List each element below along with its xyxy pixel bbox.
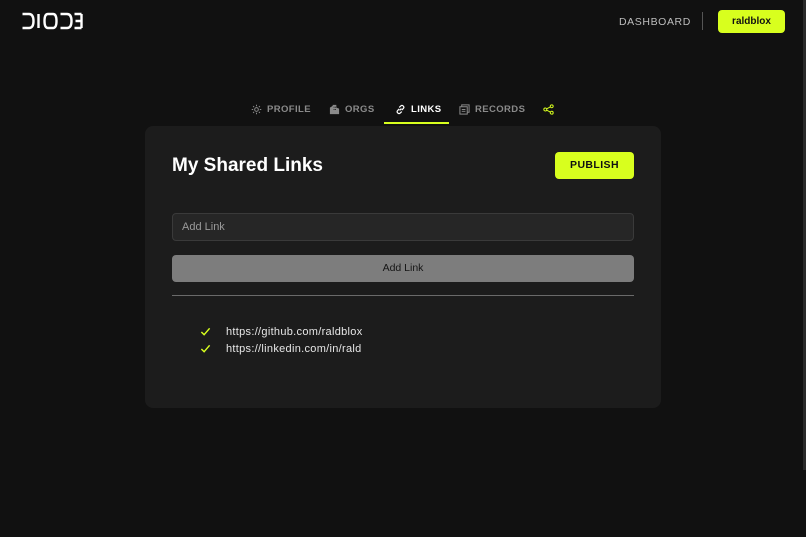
gear-icon xyxy=(251,104,262,114)
add-link-button[interactable]: Add Link xyxy=(172,255,634,282)
check-icon xyxy=(200,327,211,336)
divider xyxy=(172,295,634,296)
tab-share[interactable] xyxy=(543,92,554,126)
diode-logo[interactable] xyxy=(21,12,83,30)
share-icon xyxy=(543,103,554,115)
tab-profile[interactable]: PROFILE xyxy=(251,92,311,126)
records-icon xyxy=(459,103,470,115)
list-item: https://github.com/raldblox xyxy=(200,323,363,340)
tab-orgs-label: ORGS xyxy=(345,103,375,115)
publish-button[interactable]: PUBLISH xyxy=(555,152,634,179)
building-icon xyxy=(329,104,340,114)
shared-link-text[interactable]: https://github.com/raldblox xyxy=(226,326,363,338)
tab-orgs[interactable]: ORGS xyxy=(329,92,375,126)
user-account-button[interactable]: raldblox xyxy=(718,10,785,33)
tab-profile-label: PROFILE xyxy=(267,103,311,115)
link-icon xyxy=(396,104,405,114)
tab-links-label: LINKS xyxy=(411,103,442,115)
list-item: https://linkedin.com/in/rald xyxy=(200,340,363,357)
shared-link-text[interactable]: https://linkedin.com/in/rald xyxy=(226,343,362,355)
tab-records-label: RECORDS xyxy=(475,103,526,115)
shared-links-list: https://github.com/raldblox https://link… xyxy=(200,323,363,357)
shared-links-card: My Shared Links PUBLISH Add Link https:/… xyxy=(145,126,661,408)
nav-dashboard-link[interactable]: DASHBOARD xyxy=(619,16,691,28)
nav-divider xyxy=(702,12,703,30)
top-bar: DASHBOARD raldblox xyxy=(0,0,806,44)
page-title: My Shared Links xyxy=(172,155,323,176)
active-tab-indicator xyxy=(384,122,449,124)
tab-records[interactable]: RECORDS xyxy=(459,92,525,126)
tab-links[interactable]: LINKS xyxy=(395,92,442,126)
profile-tabs: PROFILE ORGS LINKS RECORDS xyxy=(0,92,806,126)
check-icon xyxy=(200,344,211,353)
add-link-input[interactable] xyxy=(172,213,634,241)
